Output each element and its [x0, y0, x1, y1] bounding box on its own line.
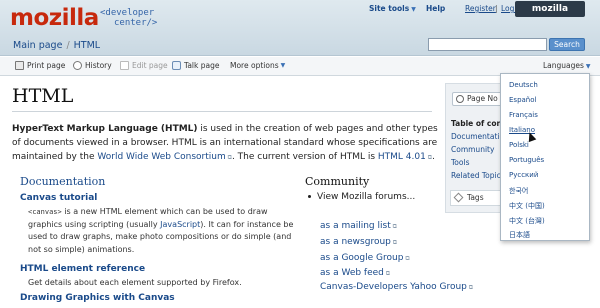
breadcrumb: Main page / HTML	[13, 40, 100, 51]
intro-text-2: . The current version of HTML is	[231, 152, 378, 162]
external-link-icon: ⧉	[403, 255, 410, 262]
more-options-menu[interactable]: More options ▼	[230, 61, 285, 70]
site-tools-menu[interactable]: Site tools ▼	[369, 4, 416, 13]
search-input[interactable]	[428, 38, 547, 51]
breadcrumb-current[interactable]: HTML	[74, 40, 100, 51]
google-group-link[interactable]: as a Google Group	[320, 253, 403, 263]
mozilla-logo[interactable]: mozilla	[10, 5, 99, 31]
site-header: mozilla <developer center/> Site tools ▼ …	[0, 0, 600, 56]
language-option-korean[interactable]: 한국어	[509, 186, 528, 196]
page-title: HTML	[12, 85, 74, 107]
talk-page-label: Talk page	[184, 61, 220, 70]
toc-link-related-topics[interactable]: Related Topics	[451, 171, 507, 180]
chevron-down-icon: ▼	[280, 62, 286, 69]
title-divider	[12, 111, 432, 112]
language-option-francais[interactable]: Français	[509, 111, 538, 119]
language-option-deutsch[interactable]: Deutsch	[509, 81, 538, 89]
edit-page-label: Edit page	[132, 61, 168, 70]
print-page-button[interactable]: Print page	[15, 61, 65, 70]
language-option-portugues[interactable]: Português	[509, 156, 544, 164]
chevron-down-icon: ▼	[411, 6, 416, 13]
developer-center-logo: <developer center/>	[100, 8, 157, 28]
watch-icon	[456, 95, 464, 103]
canvas-tutorial-desc: <canvas> is a new HTML element which can…	[28, 206, 303, 256]
intro-bold: HyperText Markup Language (HTML)	[12, 124, 198, 134]
community-heading: Community	[305, 175, 370, 188]
bullet	[308, 195, 311, 198]
mozilla-tab[interactable]: mozilla	[515, 1, 585, 17]
w3c-link[interactable]: World Wide Web Consortium	[97, 152, 225, 162]
language-option-russian[interactable]: Русский	[509, 171, 538, 179]
community-intro: View Mozilla forums...	[308, 192, 415, 202]
speech-bubble-icon	[172, 61, 181, 70]
logo-sub-line-2: center/>	[114, 18, 158, 28]
language-option-polski[interactable]: Polski	[509, 141, 529, 149]
history-button[interactable]: History	[73, 61, 112, 70]
page-notification-label: Page No	[467, 94, 498, 103]
edit-page-button[interactable]: Edit page	[120, 61, 168, 70]
yahoo-group-link[interactable]: Canvas-Developers Yahoo Group	[320, 282, 467, 292]
html-element-reference-link[interactable]: HTML element reference	[20, 264, 145, 274]
clock-icon	[73, 61, 82, 70]
language-option-chinese-simplified[interactable]: 中文 (中国)	[509, 201, 545, 211]
link-separator: |	[495, 4, 498, 13]
community-link[interactable]: Canvas-Developers Yahoo Group ⧉	[320, 282, 473, 292]
tags-box[interactable]: Tags	[450, 190, 506, 206]
external-link-icon: ⧉	[466, 284, 474, 291]
languages-dropdown: Deutsch Español Français Italiano Polski…	[500, 73, 590, 241]
languages-menu[interactable]: Languages ▼	[543, 61, 591, 70]
community-link[interactable]: as a Web feed ⧉	[320, 268, 390, 278]
history-label: History	[85, 61, 112, 70]
breadcrumb-main-page[interactable]: Main page	[13, 40, 62, 51]
external-link-icon: ⧉	[383, 270, 391, 277]
javascript-link[interactable]: JavaScript	[160, 220, 200, 229]
toc-link-documentation[interactable]: Documentation	[451, 132, 507, 141]
chevron-down-icon: ▼	[585, 63, 591, 70]
language-option-chinese-traditional[interactable]: 中文 (台灣)	[509, 216, 545, 226]
community-link[interactable]: as a newsgroup ⧉	[320, 237, 397, 247]
printer-icon	[15, 61, 24, 70]
breadcrumb-separator: /	[66, 40, 70, 51]
help-link[interactable]: Help	[426, 4, 445, 13]
more-options-label: More options	[230, 61, 279, 70]
register-link[interactable]: Register	[465, 4, 496, 13]
toc-title: Table of conte	[451, 119, 507, 128]
toc-link-tools[interactable]: Tools	[451, 158, 507, 167]
print-page-label: Print page	[27, 61, 66, 70]
community-link[interactable]: as a Google Group ⧉	[320, 253, 410, 263]
toc-link-community[interactable]: Community	[451, 145, 507, 154]
intro-text-3: .	[432, 152, 435, 162]
intro-paragraph: HyperText Markup Language (HTML) is used…	[12, 122, 440, 165]
language-option-japanese[interactable]: 日本語	[509, 230, 530, 240]
canvas-tutorial-link[interactable]: Canvas tutorial	[20, 193, 97, 203]
community-link[interactable]: as a mailing list ⧉	[320, 221, 397, 231]
drawing-graphics-link[interactable]: Drawing Graphics with Canvas	[20, 293, 175, 303]
search-button[interactable]: Search	[549, 38, 585, 51]
language-option-espanol[interactable]: Español	[509, 96, 536, 104]
newsgroup-link[interactable]: as a newsgroup	[320, 237, 391, 247]
external-link-icon: ⧉	[390, 223, 397, 230]
external-link-icon: ⧉	[390, 239, 398, 246]
logo-sub-line-1: <developer	[100, 8, 155, 18]
web-feed-link[interactable]: as a Web feed	[320, 268, 384, 278]
tag-icon	[453, 192, 464, 203]
html401-link[interactable]: HTML 4.01	[378, 152, 426, 162]
mailing-list-link[interactable]: as a mailing list	[320, 221, 391, 231]
canvas-code: <canvas>	[28, 208, 62, 216]
html-element-reference-desc: Get details about each element supported…	[28, 278, 242, 287]
tags-label: Tags	[467, 193, 484, 202]
languages-label: Languages	[543, 61, 584, 70]
page-notification-button[interactable]: Page No	[452, 92, 504, 106]
site-tools-label: Site tools	[369, 4, 410, 13]
documentation-heading[interactable]: Documentation	[20, 175, 105, 188]
community-intro-text: View Mozilla forums...	[317, 192, 416, 202]
talk-page-button[interactable]: Talk page	[172, 61, 219, 70]
pencil-icon	[120, 61, 129, 70]
